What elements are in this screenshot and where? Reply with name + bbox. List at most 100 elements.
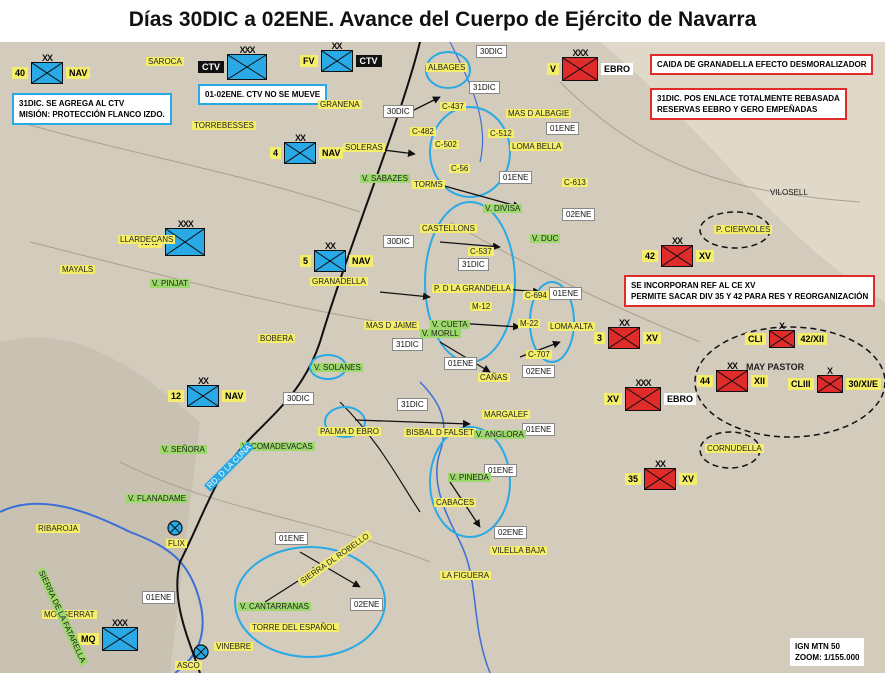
place-label: ALBAGES (426, 63, 468, 72)
unit-3-xv[interactable]: 3 XX XV (594, 318, 662, 349)
infantry-symbol: XX (314, 241, 347, 272)
place-label: GRANADELLA (310, 277, 368, 286)
place-label: MAS D ALBAGIE (506, 109, 572, 118)
place-label: V. PINJAT (150, 279, 191, 288)
place-label: CASTELLONS (420, 224, 477, 233)
place-label: CABACES (434, 498, 477, 507)
infantry-symbol: XX (320, 41, 353, 72)
infantry-symbol: X (768, 321, 795, 348)
infantry-symbol: XX (187, 376, 220, 407)
date-label: 01ENE (499, 171, 533, 184)
place-label: TORMS (412, 180, 445, 189)
unit-5-nav[interactable]: 5 XX NAV (300, 241, 374, 272)
unit-name: NAV (66, 67, 91, 79)
unit-12-nav[interactable]: 12 XX NAV (168, 376, 247, 407)
place-label: VILELLA BAJA (490, 546, 548, 555)
place-label: C-482 (410, 127, 436, 136)
infantry-symbol: XX (31, 53, 64, 84)
date-label: 02ENE (350, 598, 384, 611)
infantry-symbol: X (816, 366, 843, 393)
place-label: LOMA BELLA (510, 142, 564, 151)
date-label: 01ENE (275, 532, 309, 545)
date-label: 01ENE (142, 591, 176, 604)
unit-42-xv[interactable]: 42 XX XV (642, 236, 715, 267)
place-label: LOMA ALTA (548, 322, 595, 331)
place-label: SOLERAS (343, 143, 385, 152)
place-label: CAÑAS (478, 373, 510, 382)
place-label: V. DIVISA (483, 204, 523, 213)
place-label: GRANENA (318, 100, 362, 109)
date-label: 01ENE (549, 287, 583, 300)
infantry-symbol: XXX (227, 45, 267, 80)
date-label: 31DIC (392, 338, 423, 351)
place-label: VILOSELL (770, 188, 808, 197)
place-label: TORREBESSES (192, 121, 256, 130)
place-label: C-707 (526, 350, 552, 359)
place-label: C-437 (440, 102, 466, 111)
date-label: 31DIC (469, 81, 500, 94)
unit-40-nav[interactable]: 40 XX NAV (12, 53, 91, 84)
place-label: V. SOLANES (312, 363, 363, 372)
unit-4-nav[interactable]: 4 XX NAV (270, 133, 344, 164)
place-label: V. CUETA (430, 320, 470, 329)
date-label: 30DIC (476, 45, 507, 58)
place-label: V. PINEDA (448, 473, 491, 482)
unit-cliii-30-xi-e[interactable]: CLIII X 30/XI/E (788, 366, 882, 393)
place-label: VINEBRE (214, 642, 254, 651)
place-label: MAS D JAIME (364, 321, 420, 330)
unit-mq[interactable]: MQ XXX (78, 618, 138, 651)
date-label: 02ENE (562, 208, 596, 221)
infantry-symbol: XXX (101, 618, 138, 651)
place-label: MAY PASTOR (746, 362, 805, 372)
place-label: SAROCA (146, 57, 184, 66)
place-label: V. CANTARRANAS (238, 602, 311, 611)
place-label: M-12 (470, 302, 493, 311)
place-label: CORNUDELLA (705, 444, 764, 453)
place-label: P. CIERVOLES (714, 225, 773, 234)
unit-35-xv[interactable]: 35 XX XV (625, 459, 698, 490)
note-pos-enlace: 31DIC. POS ENLACE TOTALMENTE REBASADA RE… (650, 88, 847, 120)
unit-v-ebro[interactable]: V XXX EBRO (547, 48, 634, 81)
place-label: BOBERA (258, 334, 296, 343)
unit-prefix: CTV (198, 61, 224, 73)
unit-ctv[interactable]: CTV XXX (198, 45, 267, 80)
place-label: C-537 (468, 247, 494, 256)
note-incorporan-ref: SE INCORPORAN REF AL CE XV PERMITE SACAR… (624, 275, 876, 307)
place-label: BISBAL D FALSET (404, 428, 476, 437)
place-label: PALMA D EBRO (318, 427, 381, 436)
date-label: 02ENE (522, 365, 556, 378)
unit-cli-42-xii[interactable]: CLI X 42/XII (745, 321, 828, 348)
unit-fv-ctv[interactable]: FV XX CTV (300, 41, 382, 72)
date-label: 01ENE (522, 423, 556, 436)
date-label: 31DIC (458, 258, 489, 271)
place-label: MARGALEF (482, 410, 531, 419)
map-title: Días 30DIC a 02ENE. Avance del Cuerpo de… (128, 8, 757, 31)
unit-prefix: FV (300, 55, 318, 67)
note-ctv-no-se-mueve: 01-02ENE. CTV NO SE MUEVE (198, 84, 328, 105)
place-label: ASCO (175, 661, 202, 670)
infantry-symbol: XX (284, 133, 317, 164)
place-label: FLIX (166, 539, 187, 548)
operations-map: 40 XX NAV CTV XXX FV XX CTV 4 XX NAV NAV… (0, 41, 885, 673)
place-label: C-56 (449, 164, 471, 173)
infantry-symbol: XXX (625, 378, 662, 411)
infantry-symbol: XX (661, 236, 694, 267)
place-label: P. D LA GRANDELLA (432, 284, 513, 293)
place-label: V. FLANADAME (126, 494, 188, 503)
place-label: C-694 (523, 291, 549, 300)
date-label: 30DIC (383, 105, 414, 118)
place-label: V. DUC (530, 234, 561, 243)
note-caida-granadella: CAIDA DE GRANADELLA EFECTO DESMORALIZADO… (650, 54, 874, 75)
place-label: LA FIGUERA (440, 571, 492, 580)
infantry-symbol: XX (608, 318, 641, 349)
place-label: V. MORLL (420, 329, 461, 338)
date-label: 30DIC (283, 392, 314, 405)
infantry-symbol: XX (716, 361, 749, 392)
place-label: C-613 (562, 178, 588, 187)
place-label: V. ANGLORA (474, 430, 526, 439)
unit-44-xii[interactable]: 44 XX XII (697, 361, 769, 392)
unit-xv-ebro[interactable]: XV XXX EBRO (604, 378, 697, 411)
unit-suffix: CTV (355, 55, 382, 67)
infantry-symbol: XX (644, 459, 677, 490)
date-label: 01ENE (444, 357, 478, 370)
